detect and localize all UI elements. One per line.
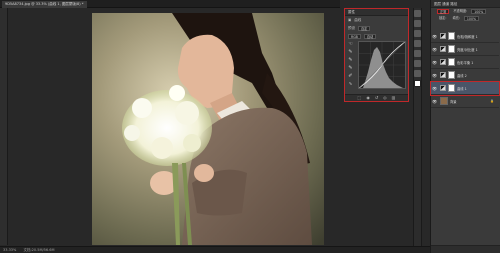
properties-footer: ⬚ ◉ ↺ ◎ ▥ <box>345 94 408 101</box>
photo-woman-with-flowers <box>92 13 324 245</box>
auto-button[interactable]: 自动 <box>363 33 377 39</box>
layer-thumbnail <box>440 97 448 105</box>
opacity-value[interactable]: 100% <box>471 9 487 14</box>
layer-name[interactable]: 曲线 2 <box>457 73 467 78</box>
curves-icon: ▣ <box>348 18 352 22</box>
preset-label: 预设 <box>348 25 355 30</box>
properties-icon[interactable] <box>414 20 421 27</box>
foreground-color-icon[interactable] <box>414 80 421 87</box>
layer-row-background[interactable]: 👁 背景 🔒 <box>431 95 499 108</box>
document-tab-bar: 9D5A8734.jpg @ 33.3% (曲线 1, 图层蒙版/8) * <box>0 0 340 8</box>
history-icon[interactable] <box>414 10 421 17</box>
info-icon[interactable] <box>414 30 421 37</box>
adjustment-layer-icon <box>440 46 446 52</box>
clip-icon[interactable]: ⬚ <box>358 95 362 101</box>
layer-name[interactable]: 曲线 1 <box>457 86 467 91</box>
adjustment-layer-icon <box>440 85 446 91</box>
layer-name[interactable]: 背景 <box>450 99 457 104</box>
lock-label: 锁定: <box>439 16 447 20</box>
eye-icon[interactable]: 👁 <box>431 47 438 52</box>
channel-select[interactable]: RGB <box>348 33 361 39</box>
adjustment-layer-icon <box>440 33 446 39</box>
preset-row: 预设 自定 <box>345 24 408 32</box>
eyedropper-gray-icon[interactable]: ✎ <box>347 57 354 63</box>
layer-row[interactable]: 👁 曲线 2 <box>431 69 499 82</box>
photoshop-window: 9D5A8734.jpg @ 33.3% (曲线 1, 图层蒙版/8) * 33… <box>0 0 500 253</box>
canvas-image[interactable] <box>92 13 324 245</box>
blend-row: 正常 不透明度: 100% <box>431 8 500 15</box>
preset-select[interactable]: 自定 <box>358 25 371 31</box>
visibility-icon[interactable]: ◎ <box>383 95 387 101</box>
document-size[interactable]: 文档:20.5M/56.6M <box>23 248 54 252</box>
layers-panel-tabs[interactable]: 图层 通道 路径 <box>431 0 500 8</box>
eye-icon[interactable]: 👁 <box>431 60 438 65</box>
channel-row: RGB 自动 <box>345 32 408 40</box>
curve-histogram <box>358 41 406 89</box>
layer-mask-thumbnail[interactable] <box>448 84 455 92</box>
fill-value[interactable]: 100% <box>463 16 480 21</box>
brush-icon[interactable] <box>414 60 421 67</box>
view-prev-icon[interactable]: ◉ <box>366 95 370 101</box>
swatches-icon[interactable] <box>414 70 421 77</box>
eye-icon[interactable]: 👁 <box>431 99 438 104</box>
character-icon[interactable] <box>414 40 421 47</box>
status-bar: 33.33% 文档:20.5M/56.6M <box>0 246 430 253</box>
eyedropper-white-icon[interactable]: ✎ <box>347 65 354 71</box>
eye-icon[interactable]: 👁 <box>431 73 438 78</box>
panel-icon-strip <box>413 8 422 246</box>
eye-icon[interactable]: 👁 <box>431 86 438 91</box>
adjustment-layer-icon <box>440 59 446 65</box>
trash-icon[interactable]: ▥ <box>392 95 396 101</box>
curve-tools: ☜ ✎ ✎ ✎ ✐ ∿ <box>347 41 356 89</box>
layer-mask-thumbnail[interactable] <box>448 32 455 40</box>
reset-icon[interactable]: ↺ <box>375 95 378 101</box>
fill-label: 填充: <box>452 16 460 20</box>
lock-row: 锁定: 填充: 100% <box>431 15 500 22</box>
lock-icon: 🔒 <box>490 98 494 103</box>
smooth-icon[interactable]: ∿ <box>347 81 354 87</box>
opacity-label: 不透明度: <box>453 9 468 13</box>
properties-panel-curves: 属性 ▣ 曲线 预设 自定 RGB 自动 ☜ ✎ ✎ ✎ ✐ ∿ ⬚ ◉ ↺ ◎… <box>344 8 409 102</box>
curve-graph[interactable] <box>358 41 406 89</box>
adjustment-name: 曲线 <box>354 17 362 22</box>
paragraph-icon[interactable] <box>414 50 421 57</box>
layer-name[interactable]: 色相/饱和度 1 <box>457 34 478 39</box>
layer-row[interactable]: 👁 色彩平衡 1 <box>431 56 499 69</box>
eye-icon[interactable]: 👁 <box>431 34 438 39</box>
tools-panel[interactable] <box>0 8 8 245</box>
layer-row[interactable]: 👁 亮度/对比度 1 <box>431 43 499 56</box>
layer-row[interactable]: 👁 色相/饱和度 1 <box>431 30 499 43</box>
layer-mask-thumbnail[interactable] <box>448 45 455 53</box>
adjustment-layer-icon <box>440 72 446 78</box>
pointer-adjust-icon[interactable]: ☜ <box>347 41 354 47</box>
layer-name[interactable]: 亮度/对比度 1 <box>457 47 478 52</box>
layers-panel: 图层 通道 路径 正常 不透明度: 100% 锁定: 填充: 100% 👁 色相… <box>430 0 500 253</box>
pencil-icon[interactable]: ✐ <box>347 73 354 79</box>
blend-mode-select[interactable]: 正常 <box>437 9 450 14</box>
layers-panel-footer <box>431 245 500 253</box>
layer-mask-thumbnail[interactable] <box>448 58 455 66</box>
properties-panel-header[interactable]: 属性 <box>345 9 408 16</box>
adjustment-title-row: ▣ 曲线 <box>345 16 408 24</box>
eyedropper-black-icon[interactable]: ✎ <box>347 49 354 55</box>
layer-name[interactable]: 色彩平衡 1 <box>457 60 473 65</box>
layer-mask-thumbnail[interactable] <box>448 71 455 79</box>
zoom-level[interactable]: 33.33% <box>3 248 16 252</box>
layer-row-selected[interactable]: 👁 曲线 1 <box>430 81 500 96</box>
document-tab[interactable]: 9D5A8734.jpg @ 33.3% (曲线 1, 图层蒙版/8) * <box>2 1 87 8</box>
